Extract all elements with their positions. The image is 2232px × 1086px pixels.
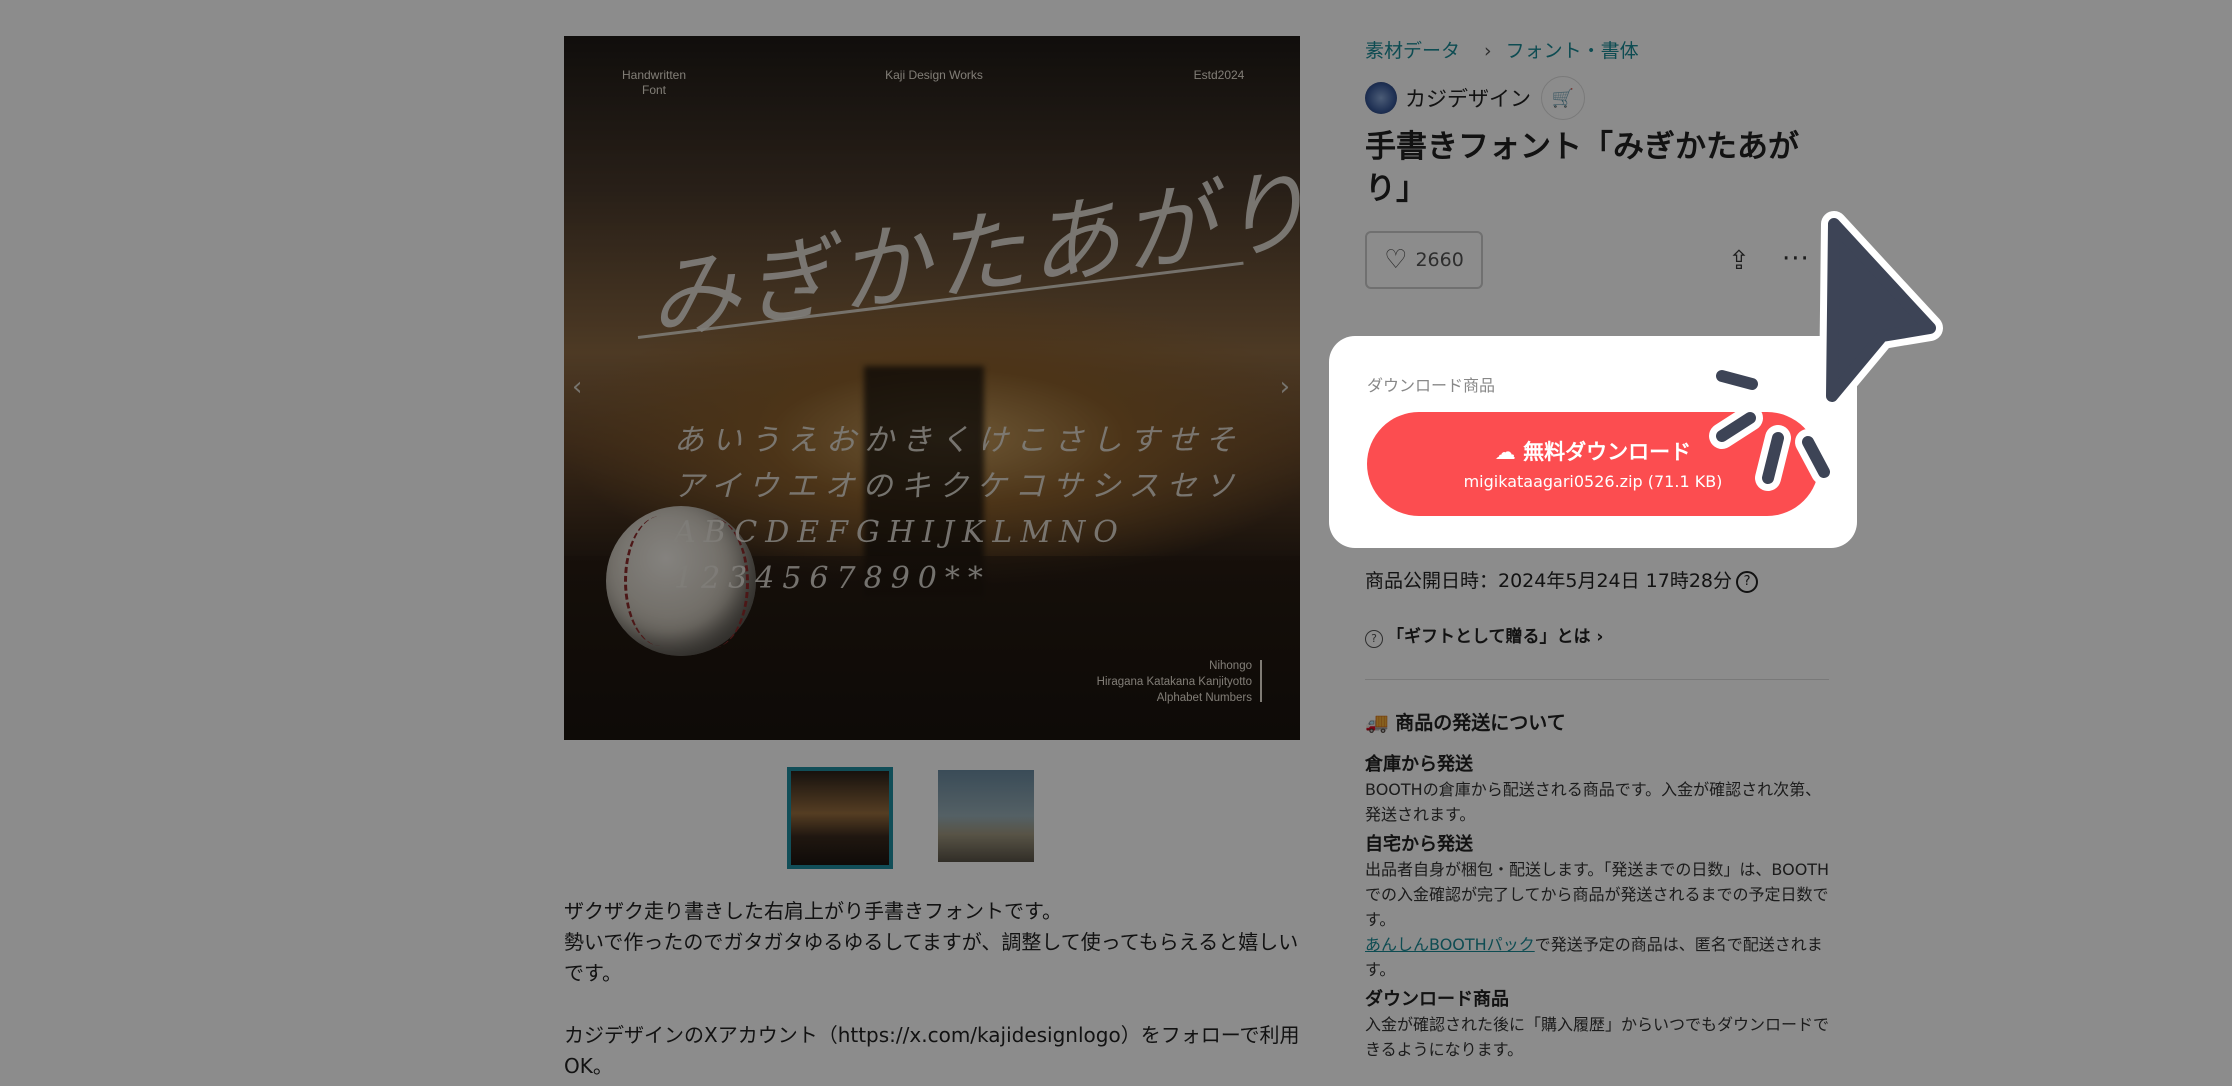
glyph-row-hiragana: あいうえおかきくけこさしすせそ — [674, 423, 1244, 458]
glyph-row-katakana: アイウエオのキクケコサシスセソ — [674, 469, 1243, 504]
glyph-row-numbers: 1234567890** — [674, 561, 991, 596]
shop-avatar[interactable] — [1365, 82, 1397, 114]
published-date-text: 商品公開日時：2024年5月24日 17時28分 — [1365, 570, 1733, 592]
download-title: ダウンロード商品 — [1365, 989, 1509, 1010]
truck-icon: 🚚 — [1365, 712, 1389, 734]
download-body: 入金が確認された後に「購入履歴」からいつでもダウンロードできるようになります。 — [1365, 1015, 1830, 1059]
subtext-line: Hiragana Katakana Kanjityotto — [1096, 676, 1252, 688]
product-title: 手書きフォント「みぎかたあがり」 — [1365, 129, 1799, 207]
glyph-row-alphabet: ABCDEFGHIJKLMNO — [674, 515, 1126, 550]
shipping-title-text: 商品の発送について — [1395, 712, 1566, 734]
shop-name-link[interactable]: カジデザイン — [1405, 83, 1531, 113]
like-button[interactable]: ♡ 2660 — [1365, 231, 1483, 289]
shop-info: カジデザイン 🛒 — [1365, 76, 1585, 120]
thumbnail-2[interactable] — [938, 770, 1034, 862]
download-button-text: 無料ダウンロード — [1523, 440, 1692, 464]
subtext-line: Alphabet Numbers — [1156, 692, 1252, 704]
product-description: ザクザク走り書きした右肩上がり手書きフォントです。 勢いで作ったのでガタガタゆる… — [564, 896, 1304, 1082]
subtext-bar — [1260, 660, 1262, 702]
chevron-right-icon: › — [1484, 40, 1492, 62]
cloud-download-icon: ☁ — [1494, 440, 1516, 464]
gift-info-text: 「ギフトとして贈る」とは › — [1387, 627, 1604, 647]
subtext-line: Nihongo — [1209, 660, 1252, 672]
breadcrumb-item-materials[interactable]: 素材データ — [1365, 40, 1460, 62]
download-file-info: migikataagari0526.zip (71.1 KB) — [1463, 472, 1723, 491]
description-paragraph: 勢いで作ったのでガタガタゆるゆるしてますが、調整して使ってもらえると嬉しいです。 — [564, 930, 1299, 985]
home-title: 自宅から発送 — [1365, 834, 1473, 855]
main-product-image[interactable]: Handwritten Font Kaji Design Works Estd2… — [564, 36, 1300, 740]
help-icon[interactable]: ? — [1736, 570, 1759, 593]
shipping-info: 🚚 商品の発送について 倉庫から発送 BOOTHの倉庫から配送される商品です。入… — [1365, 708, 1835, 1068]
gift-info-link[interactable]: ? 「ギフトとして贈る」とは › — [1365, 622, 1603, 648]
download-button-label: ☁ 無料ダウンロード — [1367, 436, 1819, 466]
anshin-booth-pack-link[interactable]: あんしんBOOTHパック — [1365, 935, 1535, 954]
image-subtext: Nihongo Hiragana Katakana Kanjityotto Al… — [1097, 658, 1252, 706]
image-header-right: Estd2024 — [1193, 68, 1245, 82]
breadcrumb-item-fonts[interactable]: フォント・書体 — [1506, 40, 1639, 62]
like-count: 2660 — [1415, 249, 1464, 271]
cart-icon[interactable]: 🛒 — [1541, 76, 1585, 120]
question-circle-icon: ? — [1365, 630, 1383, 648]
divider — [1365, 679, 1829, 680]
shipping-title: 🚚 商品の発送について — [1365, 708, 1835, 735]
prev-image-arrow-icon[interactable]: ‹ — [572, 372, 582, 402]
home-body-text: 出品者自身が梱包・配送します。「発送までの日数」は、BOOTHでの入金確認が完了… — [1365, 860, 1830, 929]
more-options-icon[interactable]: ··· — [1782, 244, 1810, 274]
warehouse-title: 倉庫から発送 — [1365, 754, 1473, 775]
thumbnail-1-selected[interactable] — [787, 767, 893, 869]
download-card: ダウンロード商品 ☁ 無料ダウンロード migikataagari0526.zi… — [1329, 336, 1857, 548]
warehouse-body: BOOTHの倉庫から配送される商品です。入金が確認され次第、発送されます。 — [1365, 780, 1822, 824]
published-date: 商品公開日時：2024年5月24日 17時28分? — [1365, 566, 1759, 593]
free-download-button[interactable]: ☁ 無料ダウンロード migikataagari0526.zip (71.1 K… — [1367, 412, 1819, 516]
description-paragraph: カジデザインのXアカウント（https://x.com/kajidesignlo… — [564, 1023, 1300, 1078]
booth-product-page: Handwritten Font Kaji Design Works Estd2… — [0, 0, 2232, 1086]
image-header-left: Handwritten Font — [621, 68, 687, 97]
share-icon[interactable]: ⇪ — [1728, 246, 1750, 276]
description-paragraph: ザクザク走り書きした右肩上がり手書きフォントです。 — [564, 899, 1062, 923]
download-label: ダウンロード商品 — [1367, 376, 1496, 395]
breadcrumb: 素材データ › フォント・書体 — [1365, 36, 1649, 63]
home-body: 出品者自身が梱包・配送します。「発送までの日数」は、BOOTHでの入金確認が完了… — [1365, 857, 1835, 982]
next-image-arrow-icon[interactable]: › — [1280, 372, 1290, 402]
heart-icon: ♡ — [1384, 245, 1408, 275]
glyph-sample: あいうえおかきくけこさしすせそ アイウエオのキクケコサシスセソ ABCDEFGH… — [674, 418, 1244, 602]
image-header-center: Kaji Design Works — [885, 68, 983, 82]
